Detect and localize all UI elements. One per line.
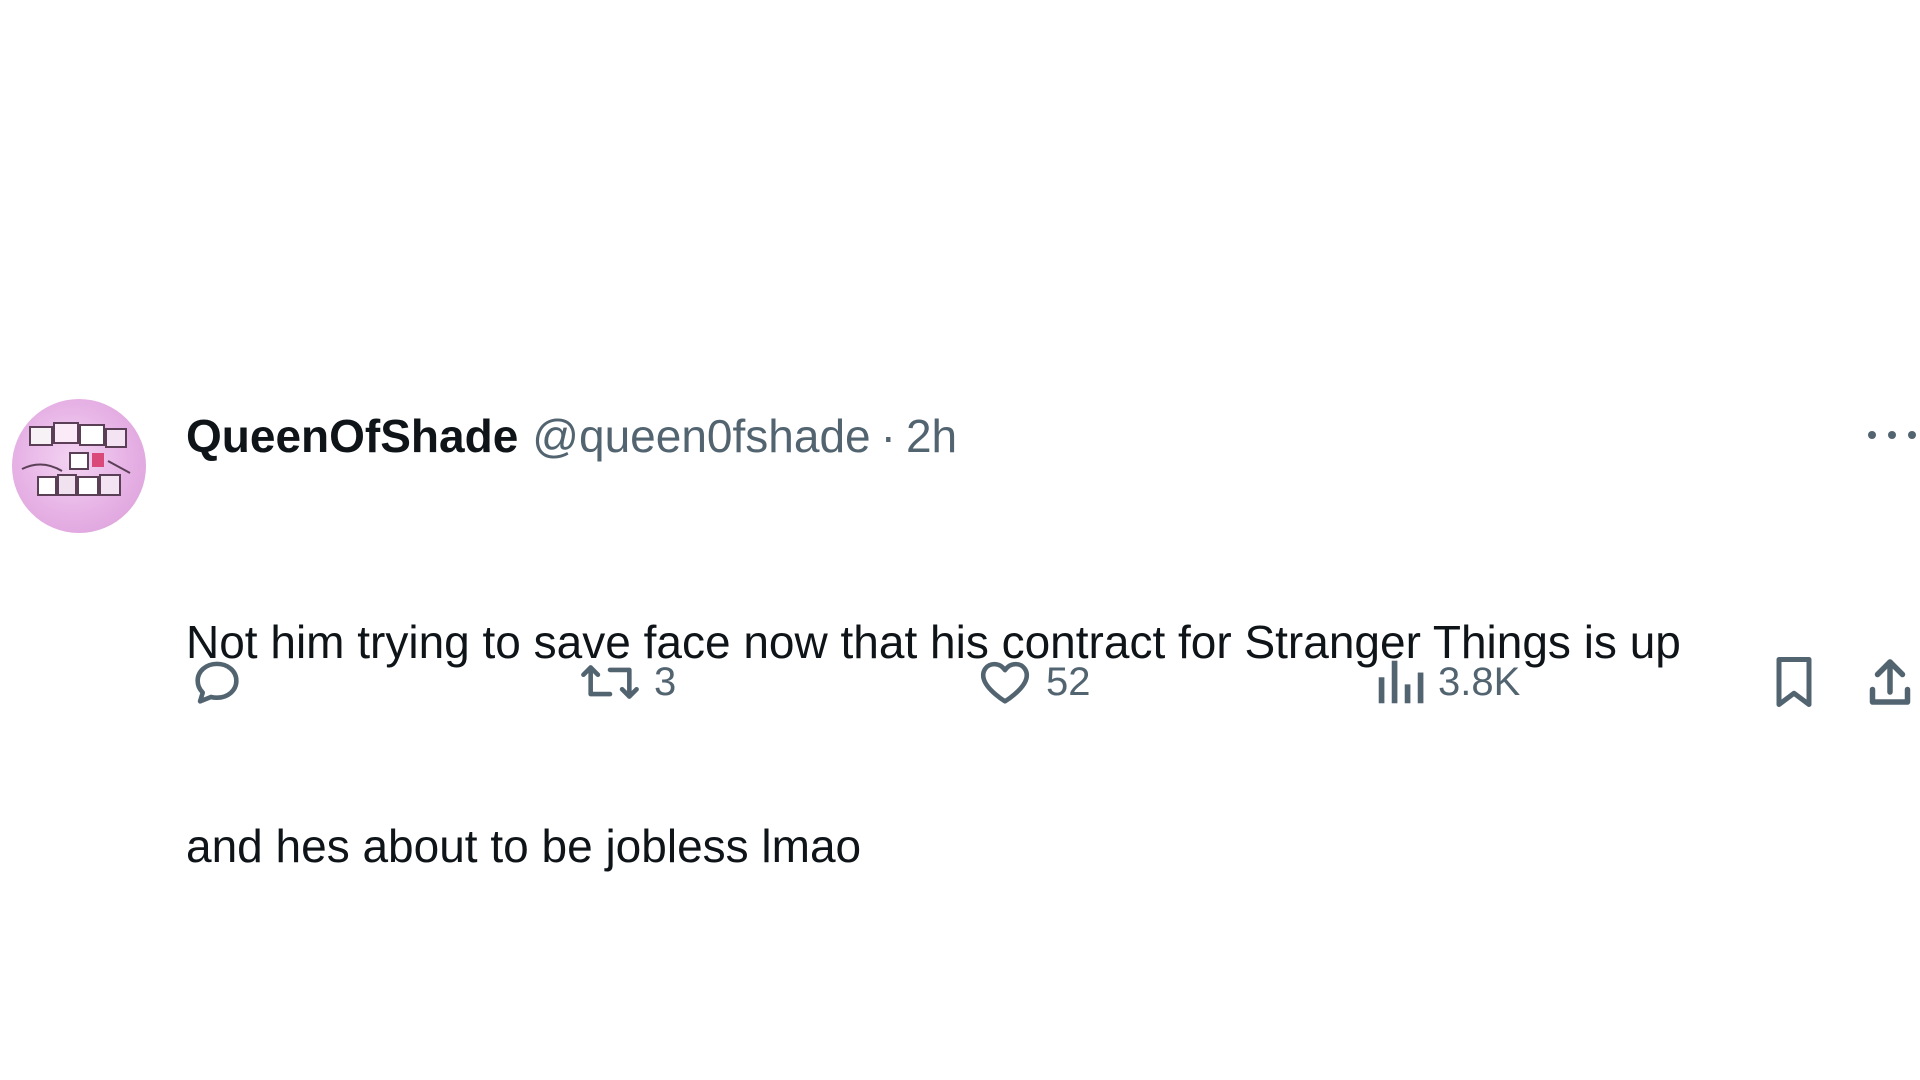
bookmark-icon: [1776, 657, 1812, 707]
tweet-text-line: and hes about to be jobless lmao: [186, 820, 862, 872]
views-chart-icon: [1378, 660, 1424, 704]
more-horizontal-icon: [1908, 431, 1916, 439]
tweet-header: QueenOfShade @queen0fshade · 2h: [186, 406, 957, 466]
views-button[interactable]: 3.8K: [1374, 650, 1520, 714]
heart-icon: [980, 661, 1030, 704]
bookmark-button[interactable]: [1768, 650, 1820, 714]
tweet-text: Not him trying to save face now that his…: [186, 472, 1906, 1016]
share-icon: [1869, 659, 1911, 705]
more-horizontal-icon: [1868, 431, 1876, 439]
display-name[interactable]: QueenOfShade: [186, 406, 518, 466]
views-count: 3.8K: [1438, 660, 1521, 704]
header-separator: ·: [880, 410, 896, 462]
repost-button[interactable]: 3: [578, 650, 676, 714]
more-options-button[interactable]: [1868, 423, 1916, 447]
user-handle[interactable]: @queen0fshade: [532, 406, 870, 466]
tweet-timestamp[interactable]: 2h: [906, 406, 957, 466]
avatar[interactable]: [12, 399, 146, 533]
reply-icon: [195, 661, 239, 704]
reply-button[interactable]: [188, 650, 258, 714]
like-count: 52: [1046, 660, 1091, 704]
repost-count: 3: [654, 660, 677, 704]
more-horizontal-icon: [1888, 431, 1896, 439]
tweet-actions: 3 52 3.8K: [186, 650, 1920, 714]
tweet-card[interactable]: QueenOfShade @queen0fshade · 2h Not him …: [0, 390, 1920, 872]
like-button[interactable]: 52: [976, 650, 1091, 714]
repost-icon: [581, 665, 639, 699]
queenofshade-avatar-icon: [21, 422, 131, 496]
share-button[interactable]: [1864, 650, 1916, 714]
